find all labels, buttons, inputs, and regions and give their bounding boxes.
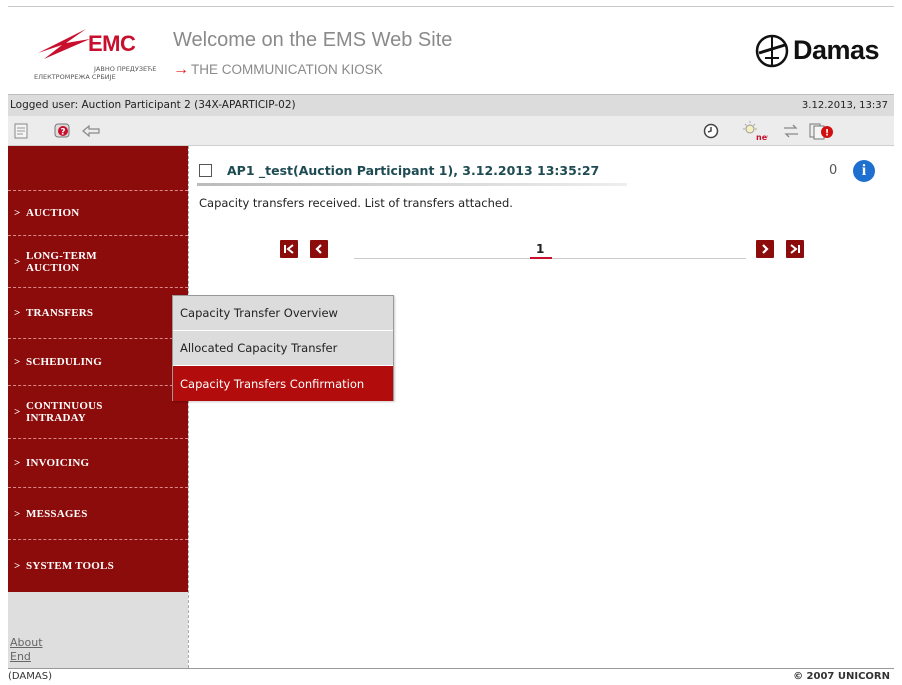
- chevron-right-icon: >: [14, 207, 21, 219]
- last-page-button[interactable]: [786, 240, 804, 258]
- chevron-right-icon: [762, 244, 769, 254]
- chevron-right-icon: >: [14, 307, 21, 319]
- damas-emblem-icon: [755, 34, 789, 68]
- toolbar: ? new !: [8, 116, 894, 146]
- sidebar-item-label: MESSAGES: [26, 507, 88, 520]
- datetime-label: 3.12.2013, 13:37: [801, 100, 888, 111]
- chevron-right-icon: >: [14, 507, 21, 520]
- sidebar-footer: About End: [8, 592, 188, 668]
- emc-logo: EMC ЈАВНО ПРЕДУЗЕЋЕ ЕЛЕКТРОМРЕЖА СРБИЈЕ: [32, 21, 172, 81]
- current-page-indicator: [530, 257, 552, 259]
- chevron-right-icon: >: [14, 457, 21, 469]
- new-bulb-icon[interactable]: new: [740, 121, 768, 141]
- sidebar-item-messages[interactable]: > MESSAGES: [8, 488, 188, 540]
- document-icon[interactable]: [10, 121, 32, 141]
- sidebar-item-label: LONG-TERM AUCTION: [26, 249, 97, 274]
- chevron-right-icon: >: [14, 559, 21, 572]
- sidebar-item-label: SCHEDULING: [26, 356, 102, 368]
- damas-logo: Damas: [753, 31, 883, 75]
- first-page-icon: [284, 244, 294, 254]
- sidebar-item-long-term-auction[interactable]: > LONG-TERM AUCTION: [8, 236, 188, 288]
- logged-user-label: Logged user: Auction Participant 2 (34X-…: [10, 99, 296, 111]
- menu-item-capacity-transfers-confirmation[interactable]: Capacity Transfers Confirmation: [173, 366, 393, 401]
- kiosk-text: THE COMMUNICATION KIOSK: [191, 62, 383, 77]
- kiosk-line: → THE COMMUNICATION KIOSK: [173, 61, 383, 79]
- footer-app-name: (DAMAS): [8, 671, 52, 682]
- transfer-arrows-icon[interactable]: [780, 121, 802, 141]
- sidebar-nav: > AUCTION > LONG-TERM AUCTION > TRANSFERS…: [8, 146, 188, 592]
- message-title[interactable]: AP1 _test(Auction Participant 1), 3.12.2…: [227, 163, 599, 178]
- chevron-left-icon: [315, 244, 322, 254]
- next-page-button[interactable]: [756, 240, 774, 258]
- first-page-button[interactable]: [280, 240, 298, 258]
- new-badge: new: [756, 133, 768, 141]
- emc-subtitle-2: ЕЛЕКТРОМРЕЖА СРБИЈЕ: [34, 73, 116, 81]
- page-header: EMC ЈАВНО ПРЕДУЗЕЋЕ ЕЛЕКТРОМРЕЖА СРБИЈЕ …: [8, 6, 894, 94]
- attachment-icon[interactable]: 0: [829, 163, 837, 178]
- message-checkbox[interactable]: [199, 164, 212, 177]
- user-bar: Logged user: Auction Participant 2 (34X-…: [8, 94, 894, 116]
- message-body: Capacity transfers received. List of tra…: [199, 196, 513, 210]
- sidebar-divider: [188, 146, 189, 668]
- info-icon[interactable]: i: [853, 160, 875, 182]
- menu-item-allocated-capacity-transfer[interactable]: Allocated Capacity Transfer: [173, 331, 393, 366]
- sidebar-item-label: INVOICING: [26, 457, 90, 469]
- page-number-1[interactable]: 1: [536, 242, 544, 256]
- chevron-right-icon: >: [14, 255, 21, 268]
- menu-item-capacity-transfer-overview[interactable]: Capacity Transfer Overview: [173, 296, 393, 331]
- footer-copyright: © 2007 UNICORN: [793, 671, 890, 682]
- end-link[interactable]: End: [10, 650, 31, 663]
- sidebar-item-invoicing[interactable]: > INVOICING: [8, 439, 188, 488]
- last-page-icon: [790, 244, 800, 254]
- sidebar-item-transfers[interactable]: > TRANSFERS: [8, 288, 188, 339]
- emc-brand: EMC: [88, 31, 136, 56]
- sidebar-item-system-tools[interactable]: > SYSTEM TOOLS: [8, 540, 188, 591]
- help-icon[interactable]: ?: [52, 121, 74, 141]
- back-arrow-icon[interactable]: [80, 121, 102, 141]
- prev-page-button[interactable]: [310, 240, 328, 258]
- emc-subtitle-1: ЈАВНО ПРЕДУЗЕЋЕ: [94, 65, 157, 73]
- sidebar-item-label: AUCTION: [26, 207, 80, 219]
- about-link[interactable]: About: [10, 636, 43, 649]
- sidebar-spacer: [8, 146, 188, 191]
- damas-brand: Damas: [793, 35, 880, 65]
- page-footer: (DAMAS) © 2007 UNICORN: [8, 668, 894, 685]
- sidebar-item-continuous-intraday[interactable]: > CONTINUOUS INTRADAY: [8, 386, 188, 439]
- sidebar-item-auction[interactable]: > AUCTION: [8, 191, 188, 236]
- right-arrow-icon: →: [173, 61, 189, 78]
- svg-text:?: ?: [60, 128, 65, 138]
- chevron-right-icon: >: [14, 356, 21, 368]
- sidebar-item-label: CONTINUOUS INTRADAY: [26, 400, 103, 424]
- clock-icon[interactable]: [700, 121, 722, 141]
- sidebar-item-scheduling[interactable]: > SCHEDULING: [8, 339, 188, 386]
- svg-text:!: !: [825, 129, 829, 139]
- chevron-right-icon: >: [14, 406, 21, 418]
- message-header-underline: [197, 183, 627, 186]
- sidebar-item-label: TRANSFERS: [26, 307, 94, 319]
- message-header: AP1 _test(Auction Participant 1), 3.12.2…: [197, 157, 887, 186]
- transfers-submenu: Capacity Transfer Overview Allocated Cap…: [172, 295, 394, 401]
- alert-documents-icon[interactable]: !: [808, 121, 834, 141]
- emc-swoosh-icon: [38, 29, 90, 59]
- pager: 1: [270, 240, 810, 262]
- sidebar-item-label: SYSTEM TOOLS: [26, 559, 114, 572]
- welcome-title: Welcome on the EMS Web Site: [173, 29, 453, 51]
